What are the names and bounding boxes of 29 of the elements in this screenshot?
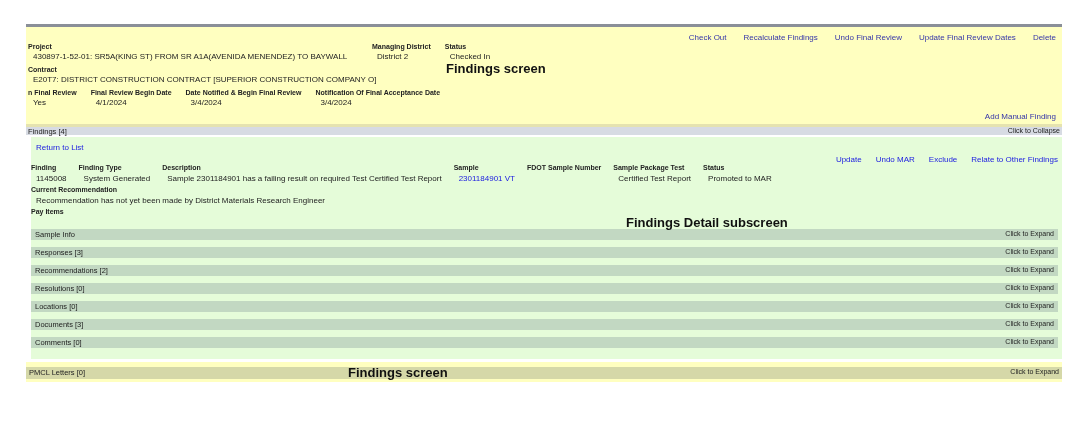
field-value: Sample 2301184901 has a failing result on required Test Certified Test Report [166,173,442,184]
action-link[interactable]: Exclude [928,154,958,165]
screen-caption: Findings screen [446,61,546,77]
field-value: System Generated [82,173,151,184]
field-value: 1145008 [35,173,67,184]
field-value: 4/1/2024 [94,97,127,108]
sample-link[interactable]: 2301184901 VT [453,173,515,184]
action-link[interactable]: Recalculate Findings [743,33,818,43]
field-value: Recommendation has not yet been made by District Materials Research Engineer [35,195,326,206]
field-value: 3/4/2024 [189,97,222,108]
field-value: 3/4/2024 [319,97,352,108]
add-finding-link[interactable]: Add Manual Finding [984,111,1056,122]
subscreen-caption: Findings Detail subscreen [626,215,788,231]
field-value: E20T7: DISTRICT CONSTRUCTION CONTRACT [SUPERIOR CONSTRUCTION COMPANY O] [32,74,377,85]
action-link[interactable]: Undo Final Review [834,33,902,43]
action-link[interactable]: Delete [1032,33,1056,43]
field-value: Yes [32,97,47,108]
action-link[interactable]: Check Out [688,33,727,43]
return-link[interactable]: Return to List [36,143,84,153]
action-link[interactable]: Relate to Other Findings [971,154,1058,165]
field-value: District 2 [376,52,409,62]
action-link[interactable]: Undo MAR [875,154,915,165]
action-link[interactable]: Update [835,154,862,165]
field-value: Promoted to MAR [707,173,772,184]
field-value: 430897-1-52-01: SR5A(KING ST) FROM SR A1A(AVENIDA MENENDEZ) TO BAYWALL [32,52,348,62]
field-value: Certified Test Report [617,173,692,184]
screen-caption: Findings screen [348,364,448,381]
action-link[interactable]: Update Final Review Dates [918,33,1016,43]
field-value: Checked In [448,52,491,62]
